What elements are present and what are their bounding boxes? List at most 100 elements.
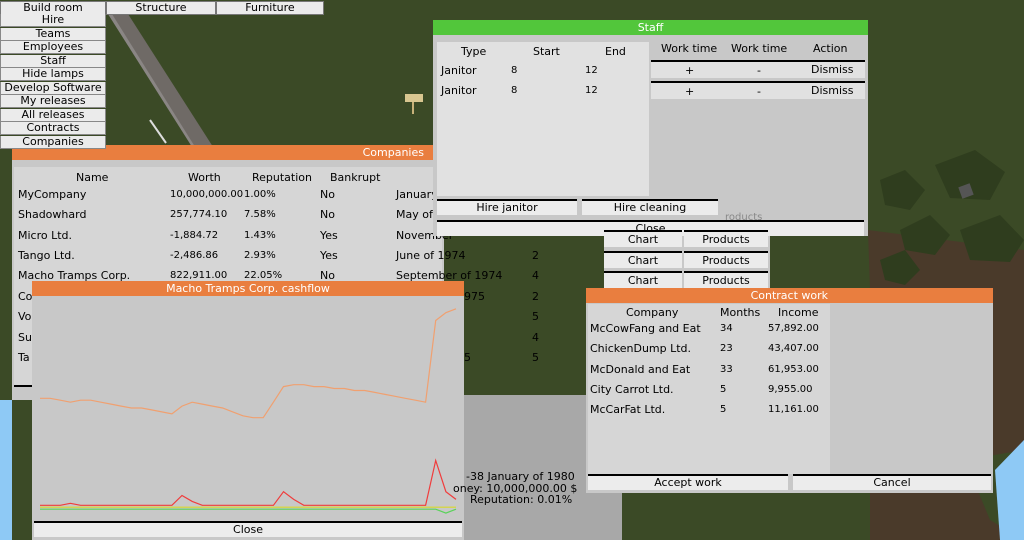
company-worth: 257,774.10 (170, 209, 228, 221)
col-worktime-plus: Work time (661, 42, 718, 55)
contract-income: 9,955.00 (768, 383, 813, 395)
col-start: Start (533, 45, 560, 58)
col-company: Company (626, 306, 679, 319)
company-reputation: 2.93% (244, 249, 276, 261)
staff-type: Janitor (441, 64, 477, 77)
contract-months: 23 (720, 343, 733, 355)
company-count: 2 (532, 248, 539, 262)
contract-window: Contract work Company Months Income Acce… (586, 288, 993, 493)
company-founded-partial: 975 (464, 290, 485, 303)
sidebar-item-3[interactable]: Staff (0, 54, 106, 68)
staff-type: Janitor (441, 84, 477, 97)
sidebar-item-8[interactable]: Contracts (0, 122, 106, 135)
cashflow-window: Macho Tramps Corp. cashflow Close (32, 281, 464, 540)
products-button[interactable]: Products (684, 250, 768, 268)
staff-start: 8 (511, 65, 518, 76)
contract-company[interactable]: McDonald and Eat (590, 363, 690, 376)
accept-work-button[interactable]: Accept work (588, 474, 788, 490)
contract-title: Contract work (586, 288, 993, 303)
chart-button[interactable]: Chart (604, 230, 682, 247)
col-action: Action (813, 42, 848, 55)
cancel-button[interactable]: Cancel (793, 474, 991, 490)
sidebar-item-0[interactable]: Hire (0, 14, 106, 27)
cashflow-series-2 (40, 508, 457, 514)
sidebar-item-5[interactable]: Develop Software (0, 81, 106, 95)
company-name: Shadowhard (18, 208, 87, 222)
company-reputation: 1.00% (244, 189, 276, 200)
company-founded: January (396, 188, 438, 201)
contract-months: 5 (720, 383, 727, 395)
worktime-plus-button[interactable]: + (685, 85, 694, 98)
contract-income: 11,161.00 (768, 404, 819, 416)
company-count-partial: 5 (532, 310, 539, 324)
company-reputation: 7.58% (244, 209, 276, 221)
furniture-button[interactable]: Furniture (216, 1, 324, 15)
company-worth: 10,000,000.00 (170, 189, 244, 200)
cashflow-series-1 (40, 458, 457, 506)
company-count-partial: 5 (532, 350, 539, 364)
company-founded-partial: 5 (464, 350, 471, 364)
sidebar-item-6[interactable]: My releases (0, 95, 106, 108)
company-count-partial: 4 (532, 330, 539, 344)
sidebar-item-4[interactable]: Hide lamps (0, 68, 106, 81)
chart-button[interactable]: Chart (604, 250, 682, 268)
products-button[interactable]: Products (684, 230, 768, 247)
company-name: Tango Ltd. (18, 248, 75, 262)
products-button[interactable]: Products (684, 271, 768, 288)
hire-cleaning-button[interactable]: Hire cleaning (582, 199, 718, 215)
cashflow-chart (40, 308, 457, 514)
worktime-minus-button[interactable]: - (757, 85, 761, 98)
chart-button[interactable]: Chart (604, 271, 682, 288)
col-end: End (605, 45, 626, 58)
col-name: Name (76, 171, 109, 184)
company-bankrupt: No (320, 188, 335, 201)
sidebar-item-9[interactable]: Companies (0, 135, 106, 149)
company-name: Micro Ltd. (18, 228, 73, 242)
hire-janitor-button[interactable]: Hire janitor (437, 199, 577, 215)
company-worth: -1,884.72 (170, 229, 219, 241)
staff-end: 12 (585, 85, 598, 96)
company-worth: 822,911.00 (170, 270, 228, 282)
sidebar-item-1[interactable]: Teams (0, 27, 106, 41)
col-worktime-minus: Work time (731, 42, 788, 55)
cashflow-series-0 (40, 308, 457, 419)
company-name-partial: Ta (18, 350, 30, 364)
contract-company[interactable]: McCarFat Ltd. (590, 403, 665, 416)
company-bankrupt: Yes (320, 248, 338, 262)
col-months: Months (720, 306, 761, 319)
contract-company[interactable]: McCowFang and Eat (590, 322, 701, 335)
company-name-partial: Co (18, 290, 33, 303)
water (0, 400, 12, 540)
staff-start: 8 (511, 85, 518, 96)
status-reputation: Reputation: 0.01% (470, 493, 573, 506)
contract-company[interactable]: City Carrot Ltd. (590, 383, 674, 396)
company-worth: -2,486.86 (170, 249, 219, 261)
company-reputation: 1.43% (244, 229, 276, 241)
col-income: Income (778, 306, 819, 319)
contract-months: 33 (720, 363, 733, 375)
contract-income: 61,953.00 (768, 363, 819, 375)
worktime-minus-button[interactable]: - (757, 64, 761, 77)
contract-months: 34 (720, 323, 733, 334)
col-bankrupt: Bankrupt (330, 171, 381, 184)
col-worth: Worth (188, 171, 221, 184)
sidebar-item-2[interactable]: Employees (0, 41, 106, 54)
contract-company[interactable]: ChickenDump Ltd. (590, 342, 691, 355)
company-founded: June of 1974 (396, 248, 466, 262)
cashflow-close-button[interactable]: Close (34, 521, 462, 537)
staff-title: Staff (433, 20, 868, 35)
sidebar-item-7[interactable]: All releases (0, 108, 106, 122)
contract-income: 57,892.00 (768, 323, 819, 334)
company-reputation: 22.05% (244, 270, 283, 282)
dismiss-button[interactable]: Dismiss (811, 63, 854, 76)
cashflow-title: Macho Tramps Corp. cashflow (32, 281, 464, 296)
staff-end: 12 (585, 65, 598, 76)
worktime-plus-button[interactable]: + (685, 64, 694, 77)
company-bankrupt: Yes (320, 228, 338, 242)
dismiss-button[interactable]: Dismiss (811, 84, 854, 97)
company-founded: May of (396, 208, 433, 222)
structure-button[interactable]: Structure (106, 1, 216, 15)
contract-income: 43,407.00 (768, 343, 819, 355)
col-reputation: Reputation (252, 171, 312, 184)
company-name: MyCompany (18, 188, 87, 201)
